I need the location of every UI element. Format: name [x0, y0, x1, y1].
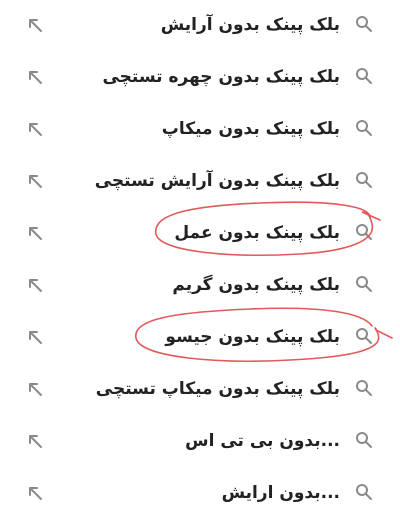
- suggestion-text: بلک پینک بدون میکاپ: [161, 119, 340, 139]
- arrow-up-left-icon[interactable]: [26, 172, 44, 190]
- suggestion-text: بلک پینک بدون گریم: [172, 275, 340, 295]
- suggestion-row[interactable]: ...بدون بی تی اس: [0, 416, 400, 468]
- arrow-up-left-icon[interactable]: [26, 432, 44, 450]
- search-icon: [356, 172, 372, 188]
- suggestion-row[interactable]: بلک پینک بدون میکاپ تستچی: [0, 364, 400, 416]
- arrow-up-left-icon[interactable]: [26, 120, 44, 138]
- suggestion-row[interactable]: بلک پینک بدون عمل: [0, 208, 400, 260]
- suggestion-row[interactable]: بلک پینک بدون گریم: [0, 260, 400, 312]
- search-icon: [356, 224, 372, 240]
- suggestion-text: بلک پینک بدون جیسو: [165, 327, 340, 347]
- suggestion-text: ...بدون بی تی اس: [185, 431, 340, 451]
- suggestion-row[interactable]: بلک پینک بدون آرایش: [0, 0, 400, 52]
- arrow-up-left-icon[interactable]: [26, 68, 44, 86]
- search-icon: [356, 120, 372, 136]
- suggestion-text: بلک پینک بدون میکاپ تستچی: [95, 379, 340, 399]
- suggestion-row[interactable]: بلک پینک بدون آرایش تستچی: [0, 156, 400, 208]
- search-icon: [356, 432, 372, 448]
- arrow-up-left-icon[interactable]: [26, 380, 44, 398]
- arrow-up-left-icon[interactable]: [26, 16, 44, 34]
- arrow-up-left-icon[interactable]: [26, 224, 44, 242]
- arrow-up-left-icon[interactable]: [26, 484, 44, 502]
- suggestion-text: ...بدون ارایش: [221, 483, 340, 503]
- suggestion-text: بلک پینک بدون آرایش تستچی: [94, 171, 340, 191]
- search-icon: [356, 16, 372, 32]
- search-icon: [356, 380, 372, 396]
- search-icon: [356, 328, 372, 344]
- search-icon: [356, 484, 372, 500]
- search-icon: [356, 68, 372, 84]
- suggestion-row[interactable]: بلک پینک بدون میکاپ: [0, 104, 400, 156]
- arrow-up-left-icon[interactable]: [26, 328, 44, 346]
- suggestion-text: بلک پینک بدون چهره تستچی: [102, 67, 340, 87]
- suggestion-text: بلک پینک بدون آرایش: [160, 15, 340, 35]
- search-icon: [356, 276, 372, 292]
- suggestion-row[interactable]: ...بدون ارایش: [0, 468, 400, 520]
- arrow-up-left-icon[interactable]: [26, 276, 44, 294]
- search-suggestions-list: بلک پینک بدون آرایش بلک پینک بدون چهره ت…: [0, 0, 400, 527]
- suggestion-text: بلک پینک بدون عمل: [174, 223, 340, 243]
- suggestion-row[interactable]: بلک پینک بدون چهره تستچی: [0, 52, 400, 104]
- suggestion-row[interactable]: بلک پینک بدون جیسو: [0, 312, 400, 364]
